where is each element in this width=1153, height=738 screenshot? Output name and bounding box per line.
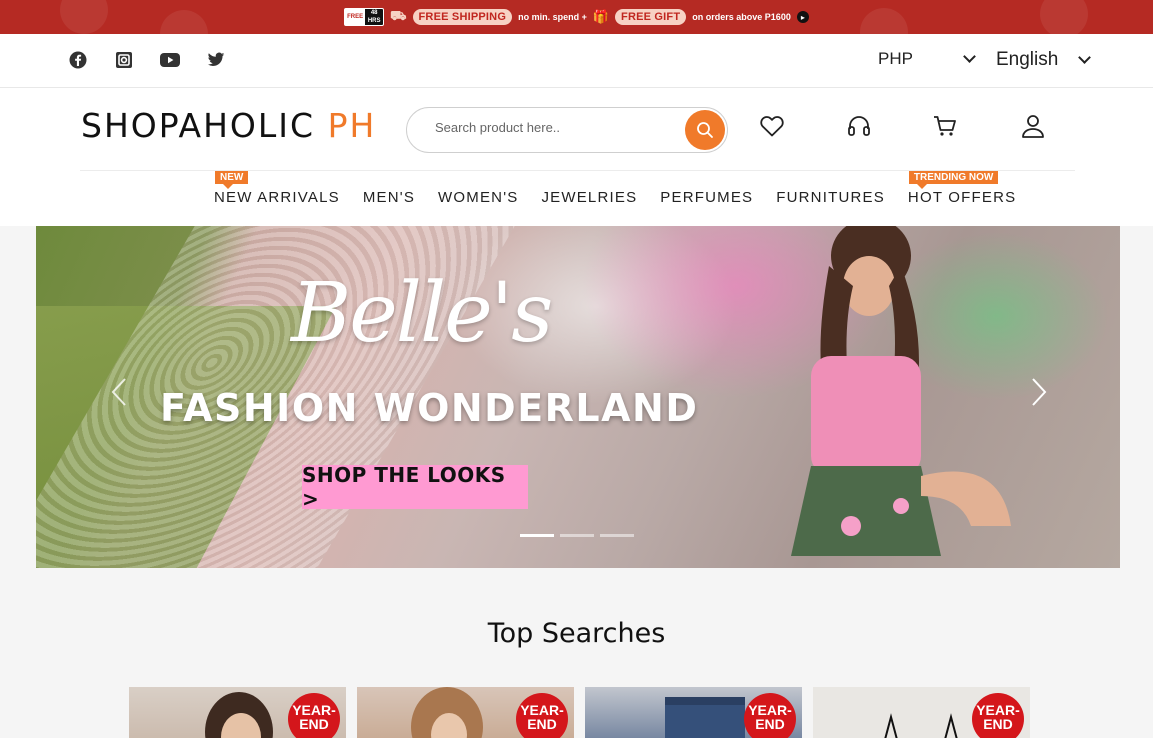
carousel-dots <box>520 534 634 537</box>
hero-headline: FASHION WONDERLAND <box>160 386 699 430</box>
nav-item-hot-offers[interactable]: TRENDING NOW HOT OFFERS <box>907 171 1017 206</box>
main-nav: NEW NEW ARRIVALS MEN'S WOMEN'S JEWELRIES… <box>214 171 1017 206</box>
nav-label: MEN'S <box>362 189 416 206</box>
nav-item-perfumes[interactable]: PERFUMES <box>660 189 753 206</box>
currency-selector[interactable]: PHP <box>878 49 976 69</box>
hero-model-image <box>791 226 1011 556</box>
trending-tag: TRENDING NOW <box>908 171 999 189</box>
site-header: SHOPAHOLIC PH NEW NEW ARRIVALS MEN'S WOM… <box>0 88 1153 226</box>
truck-icon: ⛟ <box>390 8 407 23</box>
user-account-icon[interactable] <box>1019 112 1047 140</box>
carousel-next-icon[interactable] <box>1026 372 1052 412</box>
chevron-down-icon <box>963 49 976 63</box>
carousel-prev-icon[interactable] <box>106 372 132 412</box>
logo-accent: PH <box>327 106 377 145</box>
nav-item-womens[interactable]: WOMEN'S <box>438 189 518 206</box>
chevron-down-icon <box>1078 50 1092 64</box>
badge-line2: END <box>527 716 557 732</box>
nav-label: NEW ARRIVALS <box>214 189 340 206</box>
youtube-icon[interactable] <box>160 50 180 70</box>
nav-label: FURNITURES <box>776 189 885 206</box>
free-gift-pill: FREE GIFT <box>615 9 687 25</box>
twitter-icon[interactable] <box>206 50 226 70</box>
language-selector[interactable]: English <box>996 49 1092 71</box>
top-searches-list: YEAR- END YEAR- END YEAR- END YEAR- END <box>129 687 1030 738</box>
top-search-card[interactable]: YEAR- END <box>585 687 802 738</box>
free-shipping-pill: FREE SHIPPING <box>412 9 513 25</box>
promo-bar[interactable]: FREE 48 HRS ⛟ FREE SHIPPING no min. spen… <box>0 0 1153 34</box>
nav-label: PERFUMES <box>660 189 754 206</box>
facebook-icon[interactable] <box>68 50 88 70</box>
search-input[interactable] <box>435 120 675 135</box>
48hrs-badge: FREE 48 HRS <box>344 8 385 26</box>
badge-right-label: 48 HRS <box>365 9 384 25</box>
hero-script-title: Belle's <box>291 266 553 361</box>
top-search-card[interactable]: YEAR- END <box>357 687 574 738</box>
gift-icon: 🎁 <box>592 9 610 24</box>
promo-arrow-icon[interactable]: ▸ <box>796 11 809 23</box>
carousel-dot-1[interactable] <box>520 534 554 537</box>
hero-banner[interactable]: Belle's FASHION WONDERLAND SHOP THE LOOK… <box>36 226 1120 568</box>
nav-label: JEWELRIES <box>541 189 638 206</box>
nav-label: HOT OFFERS <box>907 189 1017 206</box>
top-search-card[interactable]: YEAR- END <box>129 687 346 738</box>
new-tag: NEW <box>215 171 249 189</box>
year-end-sale-badge: YEAR- END <box>972 693 1024 738</box>
search-bar <box>406 107 728 153</box>
customer-support-headphones-icon[interactable] <box>845 112 873 140</box>
badge-left-label: FREE <box>345 13 366 21</box>
orders-above-text: on orders above P1600 <box>692 12 791 22</box>
year-end-sale-badge: YEAR- END <box>516 693 568 738</box>
instagram-icon[interactable] <box>114 50 134 70</box>
carousel-dot-2[interactable] <box>560 534 594 537</box>
top-searches-title: Top Searches <box>487 618 666 649</box>
badge-line2: END <box>755 716 785 732</box>
badge-line2: END <box>983 716 1013 732</box>
nav-item-jewelries[interactable]: JEWELRIES <box>541 189 637 206</box>
utility-bar: PHP English <box>0 34 1153 88</box>
top-search-card[interactable]: YEAR- END <box>813 687 1030 738</box>
shop-the-looks-button[interactable]: SHOP THE LOOKS > <box>302 463 528 511</box>
social-links <box>68 50 226 70</box>
currency-value: PHP <box>878 49 913 68</box>
logo-main: SHOPAHOLIC <box>81 106 316 145</box>
year-end-sale-badge: YEAR- END <box>744 693 796 738</box>
nav-item-furnitures[interactable]: FURNITURES <box>776 189 885 206</box>
site-logo[interactable]: SHOPAHOLIC PH <box>81 106 376 145</box>
year-end-sale-badge: YEAR- END <box>288 693 340 738</box>
carousel-dot-3[interactable] <box>600 534 634 537</box>
language-value: English <box>996 49 1059 70</box>
no-min-text: no min. spend + <box>518 12 587 22</box>
search-button[interactable] <box>685 110 725 150</box>
wishlist-heart-icon[interactable] <box>758 112 786 140</box>
nav-item-new-arrivals[interactable]: NEW NEW ARRIVALS <box>214 171 340 206</box>
badge-line2: END <box>299 716 329 732</box>
cart-icon[interactable] <box>931 112 959 140</box>
nav-item-mens[interactable]: MEN'S <box>363 189 415 206</box>
search-icon <box>697 122 713 138</box>
nav-label: WOMEN'S <box>438 189 519 206</box>
